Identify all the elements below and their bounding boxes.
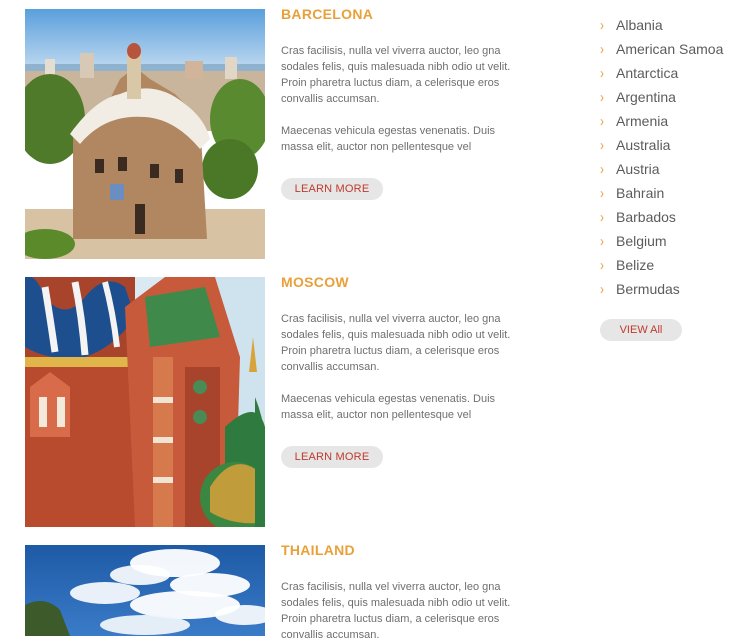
country-item[interactable]: › American Samoa — [600, 37, 740, 61]
country-item[interactable]: › Barbados — [600, 205, 740, 229]
country-item[interactable]: › Albania — [600, 13, 740, 37]
chevron-right-icon: › — [600, 208, 604, 226]
barcelona-image — [25, 9, 265, 259]
chevron-right-icon: › — [600, 88, 604, 106]
chevron-right-icon: › — [600, 160, 604, 178]
article-paragraph: Maecenas vehicula egestas venenatis. Dui… — [281, 393, 496, 421]
article-title[interactable]: THAILAND — [281, 542, 355, 558]
thailand-photo[interactable] — [25, 545, 265, 636]
thailand-image — [25, 545, 265, 636]
country-label: Belgium — [616, 233, 667, 249]
country-label: Armenia — [616, 113, 669, 129]
article-title[interactable]: BARCELONA — [281, 6, 373, 22]
article-paragraph: Maecenas vehicula egestas venenatis. Dui… — [281, 125, 496, 153]
learn-more-button[interactable]: LEARN MORE — [281, 446, 383, 468]
country-item[interactable]: › Australia — [600, 133, 740, 157]
chevron-right-icon: › — [600, 256, 604, 274]
country-item[interactable]: › Belize — [600, 253, 740, 277]
country-item[interactable]: › Bermudas — [600, 277, 740, 301]
country-label: Bermudas — [616, 281, 680, 297]
country-item[interactable]: › Argentina — [600, 85, 740, 109]
country-label: Australia — [616, 137, 671, 153]
country-label: Belize — [616, 257, 655, 273]
chevron-right-icon: › — [600, 64, 604, 82]
article-barcelona: BARCELONA Cras facilisis, nulla vel vive… — [25, 6, 545, 259]
country-label: American Samoa — [616, 41, 724, 57]
country-item[interactable]: › Antarctica — [600, 61, 740, 85]
article-thailand: THAILAND Cras facilisis, nulla vel viver… — [25, 542, 545, 641]
country-item[interactable]: › Bahrain — [600, 181, 740, 205]
country-label: Argentina — [616, 89, 676, 105]
learn-more-button[interactable]: LEARN MORE — [281, 178, 383, 200]
article-paragraph: Cras facilisis, nulla vel viverra auctor… — [281, 45, 511, 105]
article-moscow: MOSCOW Cras facilisis, nulla vel viverra… — [25, 274, 545, 527]
country-list: › Albania › American Samoa › Antarctica › Argen… — [600, 13, 740, 341]
country-item[interactable]: › Austria — [600, 157, 740, 181]
article-title[interactable]: MOSCOW — [281, 274, 349, 290]
chevron-right-icon: › — [600, 112, 604, 130]
chevron-right-icon: › — [600, 280, 604, 298]
country-item[interactable]: › Belgium — [600, 229, 740, 253]
country-label: Barbados — [616, 209, 676, 225]
chevron-right-icon: › — [600, 16, 604, 34]
chevron-right-icon: › — [600, 136, 604, 154]
moscow-image — [25, 277, 265, 527]
chevron-right-icon: › — [600, 40, 604, 58]
view-all-button[interactable]: VIEW All — [600, 319, 682, 341]
country-label: Bahrain — [616, 185, 665, 201]
country-label: Albania — [616, 17, 663, 33]
country-label: Austria — [616, 161, 660, 177]
article-paragraph: Cras facilisis, nulla vel viverra auctor… — [281, 313, 511, 373]
chevron-right-icon: › — [600, 184, 604, 202]
moscow-photo[interactable] — [25, 277, 265, 527]
chevron-right-icon: › — [600, 232, 604, 250]
article-paragraph: Cras facilisis, nulla vel viverra auctor… — [281, 581, 511, 641]
barcelona-photo[interactable] — [25, 9, 265, 259]
country-label: Antarctica — [616, 65, 679, 81]
country-item[interactable]: › Armenia — [600, 109, 740, 133]
